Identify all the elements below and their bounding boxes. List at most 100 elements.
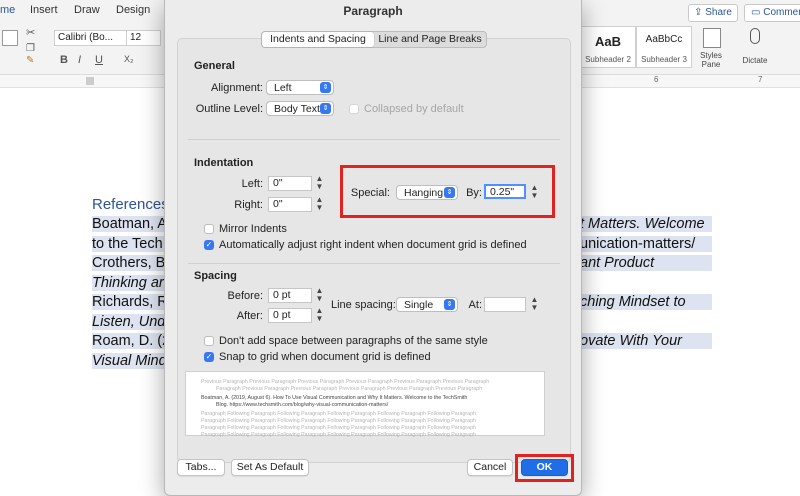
after-field[interactable]: 0 pt bbox=[268, 308, 312, 323]
doc-line-right: ching Mindset to bbox=[580, 294, 712, 310]
divider bbox=[188, 263, 560, 264]
preview-line: Paragraph Following Paragraph Following … bbox=[201, 418, 477, 424]
outline-level-label: Outline Level: bbox=[195, 103, 263, 115]
no-space-label: Don't add space between paragraphs of th… bbox=[219, 335, 488, 347]
paragraph-preview: Previous Paragraph Previous Paragraph Pr… bbox=[185, 371, 545, 438]
subscript-button[interactable]: X₂ bbox=[124, 54, 134, 64]
doc-line-right: unication-matters/ bbox=[580, 236, 712, 252]
by-field[interactable]: 0.25" bbox=[484, 184, 526, 199]
left-indent-stepper[interactable]: ▲ ▼ bbox=[315, 175, 324, 192]
paragraph-dialog: Paragraph General Alignment: Left ⇕ Outl… bbox=[164, 0, 582, 496]
by-label: By: bbox=[466, 187, 482, 199]
set-as-default-button[interactable]: Set As Default bbox=[231, 459, 309, 476]
collapsed-label: Collapsed by default bbox=[364, 103, 464, 115]
tab-home[interactable]: me bbox=[0, 4, 15, 16]
preview-line: Previous Paragraph Previous Paragraph Pr… bbox=[201, 379, 490, 385]
before-stepper[interactable]: ▲ ▼ bbox=[315, 287, 324, 304]
ruler-indent-marker[interactable] bbox=[86, 77, 94, 85]
outline-level-select[interactable]: Body Text ⇕ bbox=[266, 101, 334, 116]
chevron-updown-icon: ⇕ bbox=[444, 299, 455, 310]
preview-line: Paragraph Following Paragraph Following … bbox=[201, 432, 477, 438]
ok-button[interactable]: OK bbox=[521, 459, 568, 476]
font-name-select[interactable]: Calibri (Bo... bbox=[54, 30, 131, 46]
right-indent-field[interactable]: 0" bbox=[268, 197, 312, 212]
preview-line: Paragraph Previous Paragraph Previous Pa… bbox=[216, 386, 483, 392]
doc-line-left: to the Tech bbox=[92, 236, 166, 252]
font-size-select[interactable]: 12 bbox=[126, 30, 161, 46]
at-label: At: bbox=[468, 299, 482, 311]
doc-line-left: Boatman, A bbox=[92, 216, 167, 232]
underline-button[interactable]: U bbox=[95, 54, 103, 66]
share-button[interactable]: ⇪ Share bbox=[688, 4, 738, 22]
right-indent-stepper[interactable]: ▲ ▼ bbox=[315, 196, 324, 213]
by-stepper[interactable]: ▲ ▼ bbox=[530, 184, 539, 201]
preview-line: Boatman, A. (2019, August 6). How To Use… bbox=[201, 395, 468, 401]
doc-line-left: Richards, R bbox=[92, 294, 168, 310]
indentation-heading: Indentation bbox=[194, 157, 254, 169]
line-spacing-label: Line spacing: bbox=[331, 299, 396, 311]
dialog-title: Paragraph bbox=[343, 4, 403, 18]
styles-pane-button[interactable]: Styles Pane bbox=[697, 26, 725, 70]
at-stepper[interactable]: ▲ ▼ bbox=[530, 296, 539, 313]
preview-line: Paragraph Following Paragraph Following … bbox=[201, 411, 477, 417]
snap-to-grid-checkbox[interactable]: ✓ bbox=[204, 352, 214, 362]
dictate-button[interactable]: Dictate bbox=[740, 26, 770, 70]
after-label: After: bbox=[236, 310, 263, 322]
auto-adjust-checkbox[interactable]: ✓ bbox=[204, 240, 214, 250]
paste-icon[interactable] bbox=[2, 30, 18, 46]
collapsed-checkbox[interactable] bbox=[349, 104, 359, 114]
alignment-select[interactable]: Left ⇕ bbox=[266, 80, 334, 95]
snap-to-grid-label: Snap to grid when document grid is defin… bbox=[219, 351, 431, 363]
doc-line-left: Roam, D. (2 bbox=[92, 333, 171, 349]
cancel-button[interactable]: Cancel bbox=[467, 459, 513, 476]
general-heading: General bbox=[194, 60, 235, 72]
before-field[interactable]: 0 pt bbox=[268, 288, 312, 303]
auto-adjust-label: Automatically adjust right indent when d… bbox=[219, 239, 527, 251]
alignment-label: Alignment: bbox=[211, 82, 263, 94]
comments-button[interactable]: ▭ Commen bbox=[744, 4, 800, 22]
special-label: Special: bbox=[350, 187, 390, 199]
left-indent-label: Left: bbox=[241, 178, 263, 190]
line-spacing-select[interactable]: Single ⇕ bbox=[396, 297, 458, 312]
checkmark-icon: ✓ bbox=[205, 240, 213, 249]
doc-line-left: Thinking ar bbox=[92, 275, 166, 291]
doc-line-right: ant Product bbox=[580, 255, 712, 271]
preview-line: Blog. https://www.techsmith.com/blog/why… bbox=[216, 402, 389, 408]
format-painter-icon[interactable]: ✎ bbox=[26, 55, 34, 66]
tab-draw[interactable]: Draw bbox=[74, 4, 100, 16]
divider bbox=[188, 139, 560, 140]
cut-icon[interactable]: ✂ bbox=[26, 26, 35, 39]
chevron-updown-icon: ⇕ bbox=[320, 82, 331, 93]
tab-line-and-page-breaks[interactable]: Line and Page Breaks bbox=[374, 32, 486, 47]
spacing-heading: Spacing bbox=[194, 270, 237, 282]
chevron-updown-icon: ⇕ bbox=[444, 187, 455, 198]
copy-icon[interactable]: ❐ bbox=[26, 43, 35, 54]
doc-line-right: ovate With Your bbox=[580, 333, 712, 349]
right-indent-label: Right: bbox=[234, 199, 263, 211]
before-label: Before: bbox=[227, 290, 263, 302]
mirror-indents-checkbox[interactable] bbox=[204, 224, 214, 234]
styles-pane-icon bbox=[703, 28, 721, 48]
at-field[interactable] bbox=[484, 297, 526, 312]
left-indent-field[interactable]: 0" bbox=[268, 176, 312, 191]
italic-button[interactable]: I bbox=[78, 54, 81, 66]
special-select[interactable]: Hanging ⇕ bbox=[396, 185, 458, 200]
style-subheader-3[interactable]: AaBbCc Subheader 3 bbox=[636, 26, 692, 68]
share-icon: ⇪ bbox=[694, 7, 706, 18]
style-subheader-2[interactable]: AaB Subheader 2 bbox=[580, 26, 636, 68]
tab-design[interactable]: Design bbox=[116, 4, 150, 16]
mirror-indents-label: Mirror Indents bbox=[219, 223, 287, 235]
microphone-icon bbox=[750, 28, 760, 44]
preview-line: Paragraph Following Paragraph Following … bbox=[201, 425, 477, 431]
dialog-tabs: Indents and Spacing Line and Page Breaks bbox=[261, 31, 487, 48]
tab-indents-and-spacing[interactable]: Indents and Spacing bbox=[262, 32, 374, 47]
doc-line-left: Listen, Und bbox=[92, 314, 166, 330]
bold-button[interactable]: B bbox=[60, 54, 68, 66]
tabs-button[interactable]: Tabs... bbox=[177, 459, 225, 476]
no-space-checkbox[interactable] bbox=[204, 336, 214, 346]
checkmark-icon: ✓ bbox=[205, 352, 213, 361]
tab-insert[interactable]: Insert bbox=[30, 4, 58, 16]
chevron-updown-icon: ⇕ bbox=[320, 103, 331, 114]
after-stepper[interactable]: ▲ ▼ bbox=[315, 307, 324, 324]
doc-line-left: Crothers, B bbox=[92, 255, 166, 271]
